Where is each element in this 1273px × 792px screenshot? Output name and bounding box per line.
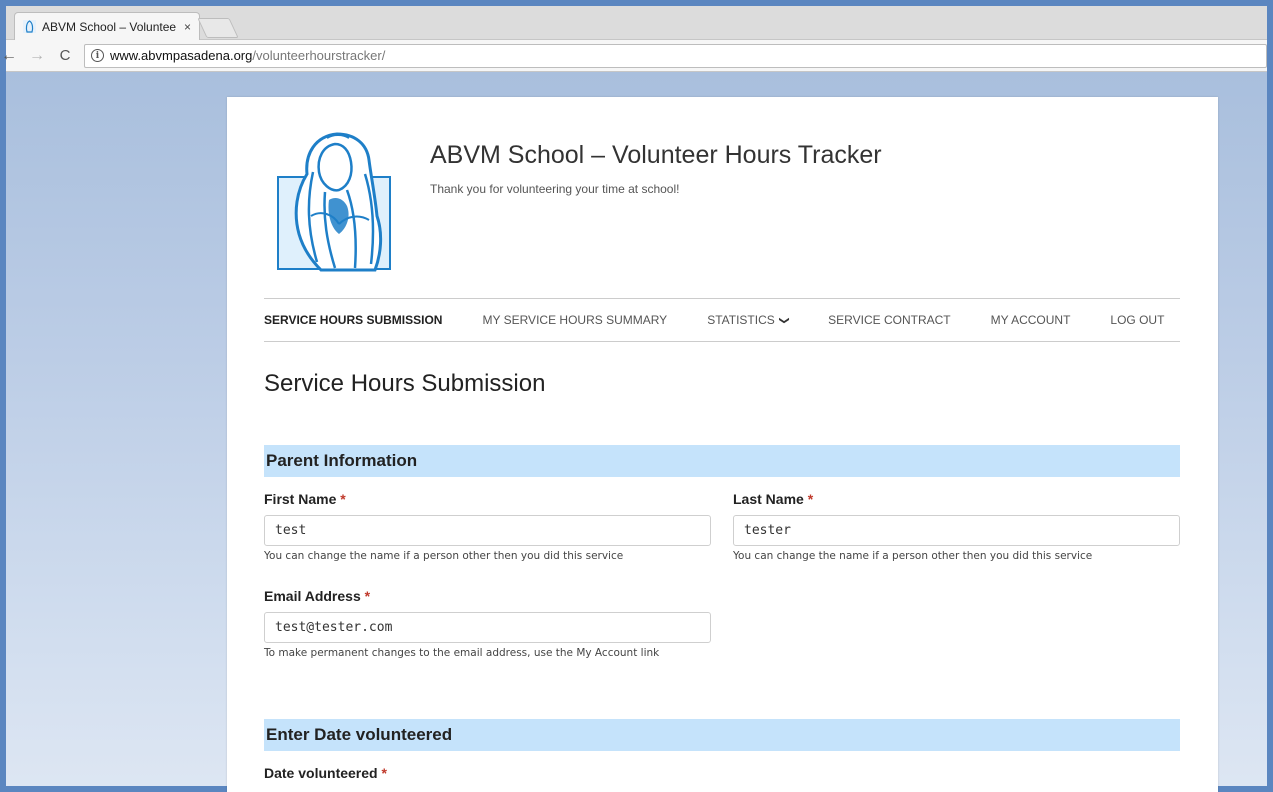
page-content: ABVM School – Volunteer Hours Tracker Th… xyxy=(227,97,1218,792)
nav-statistics[interactable]: STATISTICS ❯ xyxy=(707,313,790,327)
tab-strip: ABVM School – Voluntee × xyxy=(6,6,1267,40)
site-title[interactable]: ABVM School – Volunteer Hours Tracker xyxy=(430,141,882,170)
required-marker: * xyxy=(381,765,387,781)
first-name-label: First Name * xyxy=(264,491,346,507)
new-tab-button[interactable] xyxy=(197,18,239,38)
email-field[interactable]: test@tester.com xyxy=(264,612,711,643)
required-marker: * xyxy=(364,588,371,604)
tab-title: ABVM School – Voluntee xyxy=(42,19,177,34)
last-name-help: You can change the name if a person othe… xyxy=(733,550,1093,562)
nav-label: STATISTICS xyxy=(707,313,775,327)
browser-chrome: ABVM School – Voluntee × ← → C i www.abv… xyxy=(0,0,1273,72)
last-name-label: Last Name * xyxy=(733,491,813,507)
browser-tab[interactable]: ABVM School – Voluntee × xyxy=(14,12,200,40)
first-name-label-text: First Name xyxy=(264,491,337,507)
info-icon[interactable]: i xyxy=(91,49,104,62)
first-name-help: You can change the name if a person othe… xyxy=(264,550,624,562)
email-label: Email Address * xyxy=(264,588,370,604)
nav-my-service-hours-summary[interactable]: MY SERVICE HOURS SUMMARY xyxy=(482,313,667,327)
reload-icon[interactable]: C xyxy=(54,47,76,64)
browser-toolbar: ← → C i www.abvmpasadena.org/volunteerho… xyxy=(1,40,1267,72)
nav-my-account[interactable]: MY ACCOUNT xyxy=(991,313,1071,327)
close-tab-icon[interactable]: × xyxy=(184,20,191,34)
email-help: To make permanent changes to the email a… xyxy=(264,647,660,659)
madonna-logo-icon[interactable] xyxy=(277,130,394,274)
nav-label: MY SERVICE HOURS SUMMARY xyxy=(482,313,668,327)
section-enter-date-volunteered: Enter Date volunteered xyxy=(264,719,1180,751)
first-name-field[interactable]: test xyxy=(264,515,711,546)
required-marker: * xyxy=(807,491,814,507)
page-title: Service Hours Submission xyxy=(264,370,546,397)
nav-service-hours-submission[interactable]: SERVICE HOURS SUBMISSION xyxy=(264,313,442,327)
main-nav: SERVICE HOURS SUBMISSION MY SERVICE HOUR… xyxy=(264,298,1180,342)
required-marker: * xyxy=(340,491,346,507)
nav-log-out[interactable]: LOG OUT xyxy=(1110,313,1164,327)
url-path: /volunteerhourstracker/ xyxy=(252,48,386,63)
favicon-icon xyxy=(23,20,36,33)
site-tagline: Thank you for volunteering your time at … xyxy=(430,182,680,196)
date-volunteered-label: Date volunteered * xyxy=(264,765,387,781)
address-bar[interactable]: i www.abvmpasadena.org/volunteerhourstra… xyxy=(84,43,1267,68)
date-volunteered-label-text: Date volunteered xyxy=(264,765,378,781)
last-name-label-text: Last Name xyxy=(733,491,804,507)
nav-label: SERVICE CONTRACT xyxy=(828,313,951,327)
forward-icon[interactable]: → xyxy=(26,47,48,65)
nav-label: MY ACCOUNT xyxy=(990,313,1071,327)
nav-service-contract[interactable]: SERVICE CONTRACT xyxy=(828,313,950,327)
nav-label: SERVICE HOURS SUBMISSION xyxy=(264,313,443,327)
back-icon[interactable]: ← xyxy=(0,47,20,65)
email-label-text: Email Address xyxy=(264,588,361,604)
chevron-down-icon: ❯ xyxy=(778,315,790,325)
section-parent-information: Parent Information xyxy=(264,445,1180,477)
url-domain: www.abvmpasadena.org xyxy=(110,48,253,63)
nav-label: LOG OUT xyxy=(1110,313,1165,327)
last-name-field[interactable]: tester xyxy=(733,515,1180,546)
